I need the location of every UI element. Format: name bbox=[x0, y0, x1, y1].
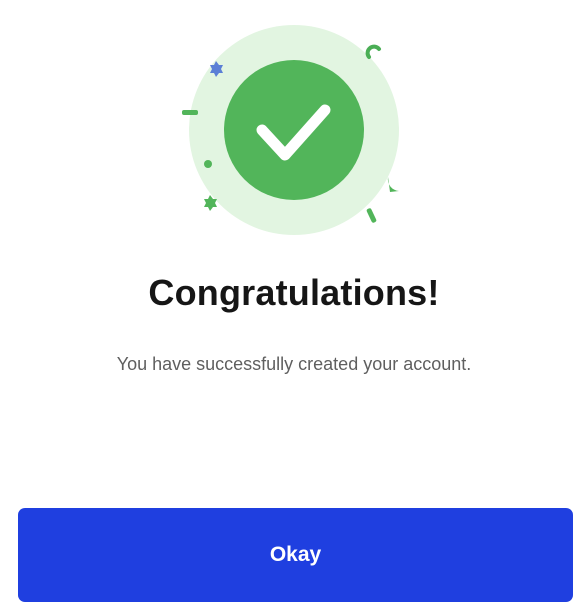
success-badge-icon bbox=[182, 25, 399, 235]
success-circle bbox=[224, 60, 364, 200]
confetti-dash-bottom-right bbox=[366, 208, 377, 223]
page-title: Congratulations! bbox=[148, 272, 440, 313]
success-message: You have successfully created your accou… bbox=[116, 354, 472, 374]
success-illustration bbox=[170, 18, 420, 248]
confetti-dot-left bbox=[204, 160, 212, 168]
confetti-arc-top bbox=[365, 44, 381, 59]
okay-button[interactable]: Okay bbox=[18, 508, 573, 602]
confetti-dash-left bbox=[182, 110, 198, 115]
confetti-leaf-right bbox=[387, 177, 399, 192]
